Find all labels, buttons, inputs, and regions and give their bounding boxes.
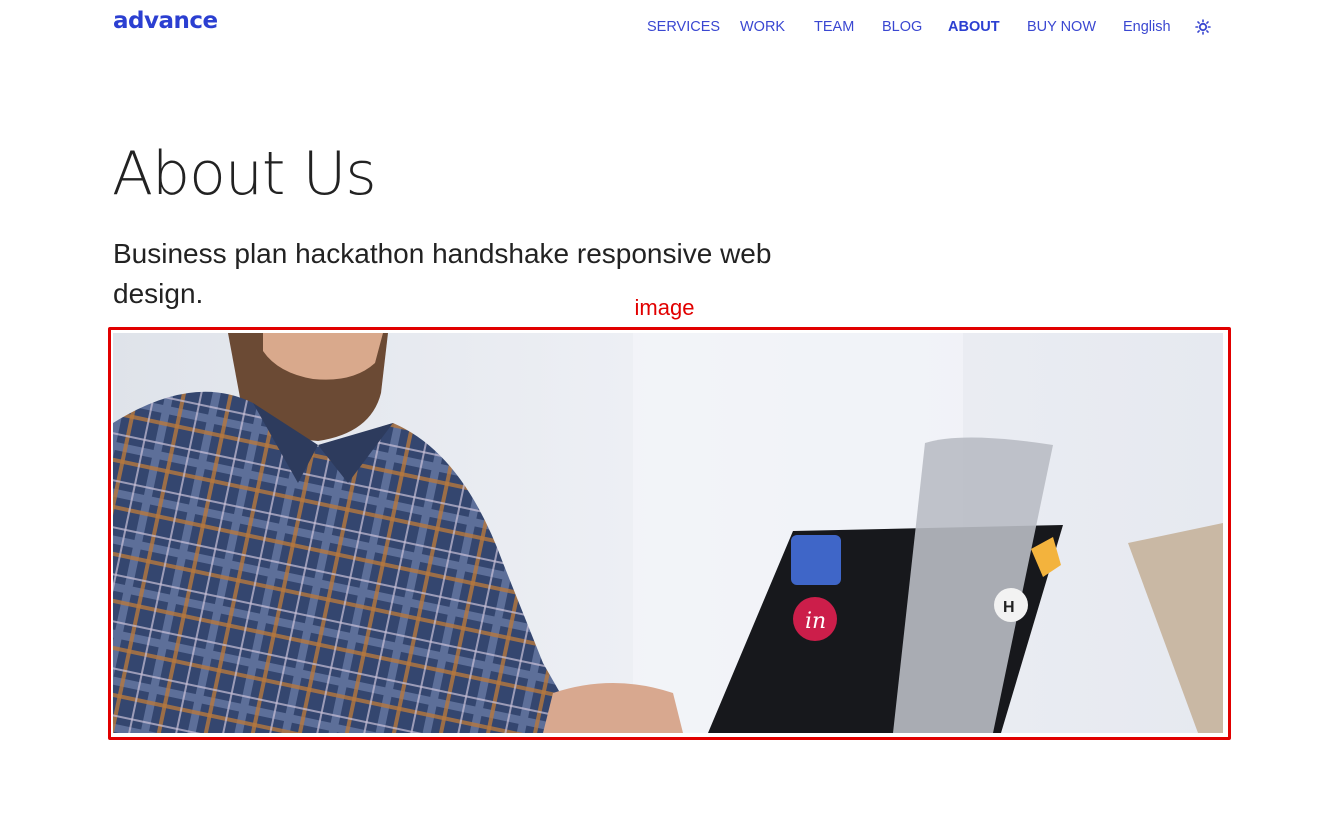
sticker-in: in	[805, 609, 826, 634]
nav-link-team[interactable]: TEAM	[814, 19, 854, 35]
nav-link-about[interactable]: ABOUT	[948, 19, 1000, 35]
hero-image: in H	[113, 333, 1223, 733]
sticker-h: H	[1003, 599, 1015, 616]
nav-link-blog[interactable]: BLOG	[882, 19, 922, 35]
image-annotation-label: image	[634, 295, 695, 320]
sun-icon	[1195, 19, 1211, 35]
theme-toggle-button[interactable]	[1195, 19, 1211, 35]
language-selector[interactable]: English	[1123, 19, 1171, 35]
nav-link-work[interactable]: WORK	[740, 19, 785, 35]
page-title: About Us	[112, 139, 377, 209]
nav-link-buy-now[interactable]: BUY NOW	[1027, 19, 1096, 35]
nav-link-services[interactable]: SERVICES	[647, 19, 720, 35]
hero-photo: in H	[113, 333, 1223, 733]
main-nav: SERVICES WORK TEAM BLOG ABOUT BUY NOW En…	[0, 19, 1329, 39]
